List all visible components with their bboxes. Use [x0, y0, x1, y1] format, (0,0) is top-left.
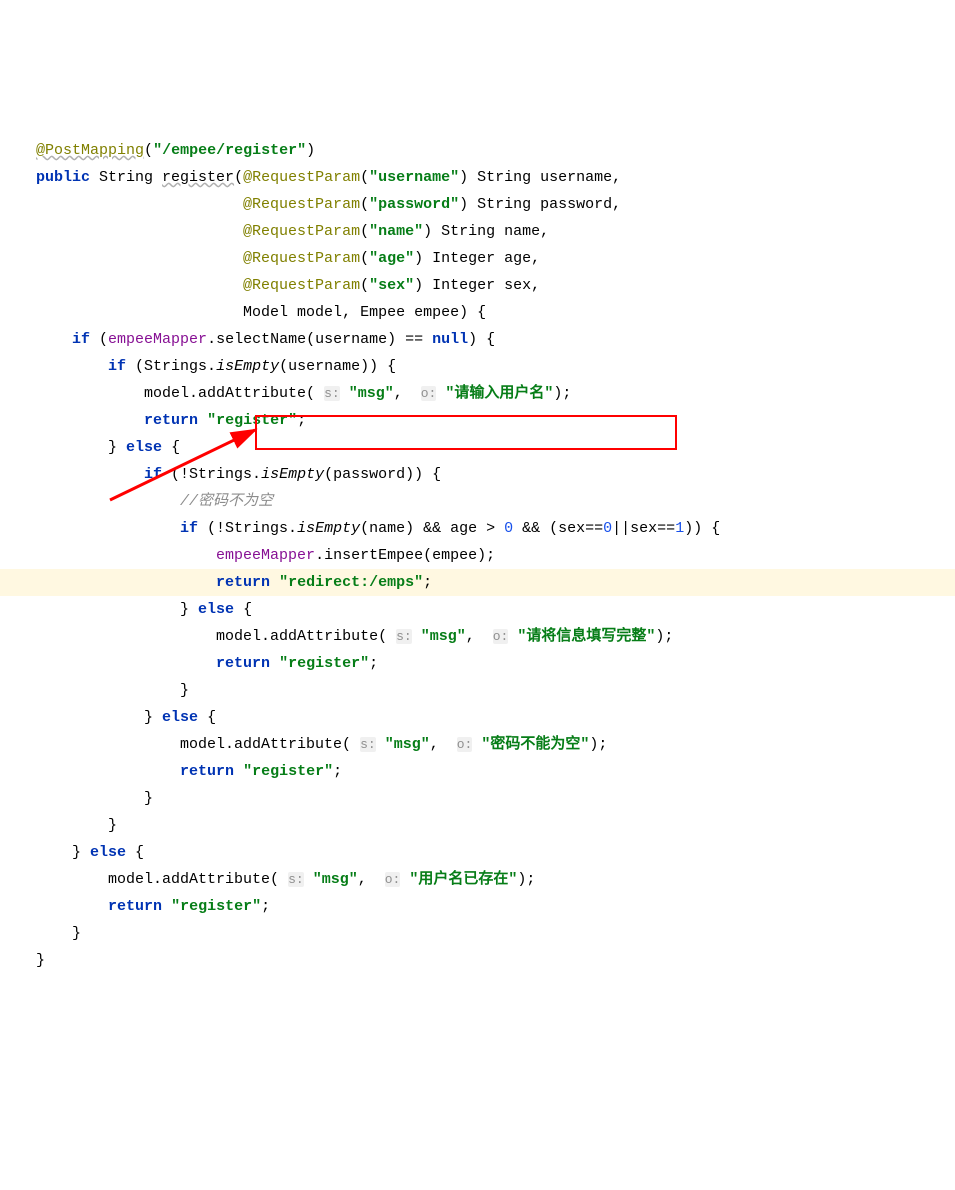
- code-line: } else {: [0, 844, 144, 861]
- code-line: if (!Strings.isEmpty(password)) {: [0, 466, 441, 483]
- code-line: return "register";: [0, 898, 270, 915]
- param-hint: o:: [385, 872, 401, 887]
- code-line: empeeMapper.insertEmpee(empee);: [0, 547, 495, 564]
- code-line: public String register(@RequestParam("us…: [0, 169, 621, 186]
- code-line: @RequestParam("name") String name,: [0, 223, 549, 240]
- code-line: return "register";: [0, 655, 378, 672]
- code-line: Model model, Empee empee) {: [0, 304, 486, 321]
- param-hint: o:: [457, 737, 473, 752]
- code-line: model.addAttribute( s: "msg", o: "请输入用户名…: [0, 385, 571, 402]
- highlighted-line: return "redirect:/emps";: [0, 569, 955, 596]
- code-line: @PostMapping("/empee/register"): [0, 142, 315, 159]
- param-hint: o:: [493, 629, 509, 644]
- code-line: @RequestParam("sex") Integer sex,: [0, 277, 540, 294]
- param-hint: o:: [421, 386, 437, 401]
- code-line: if (Strings.isEmpty(username)) {: [0, 358, 396, 375]
- code-line: model.addAttribute( s: "msg", o: "密码不能为空…: [0, 736, 607, 753]
- param-hint: s:: [324, 386, 340, 401]
- code-line: } else {: [0, 709, 216, 726]
- param-hint: s:: [396, 629, 412, 644]
- code-line: //密码不为空: [0, 493, 273, 510]
- code-line: @RequestParam("password") String passwor…: [0, 196, 621, 213]
- code-line: }: [0, 817, 117, 834]
- code-line: return "register";: [0, 412, 306, 429]
- code-line: }: [0, 952, 45, 969]
- code-line: } else {: [0, 439, 180, 456]
- annotation: @PostMapping: [36, 142, 144, 159]
- code-line: model.addAttribute( s: "msg", o: "请将信息填写…: [0, 628, 673, 645]
- code-line: }: [0, 790, 153, 807]
- param-hint: s:: [288, 872, 304, 887]
- code-line: if (!Strings.isEmpty(name) && age > 0 &&…: [0, 520, 720, 537]
- code-line: if (empeeMapper.selectName(username) == …: [0, 331, 495, 348]
- code-editor[interactable]: @PostMapping("/empee/register") public S…: [0, 108, 955, 974]
- code-line: return "register";: [0, 763, 342, 780]
- code-line: model.addAttribute( s: "msg", o: "用户名已存在…: [0, 871, 535, 888]
- code-line: @RequestParam("age") Integer age,: [0, 250, 540, 267]
- param-hint: s:: [360, 737, 376, 752]
- code-line: } else {: [0, 601, 252, 618]
- code-line: }: [0, 925, 81, 942]
- code-line: }: [0, 682, 189, 699]
